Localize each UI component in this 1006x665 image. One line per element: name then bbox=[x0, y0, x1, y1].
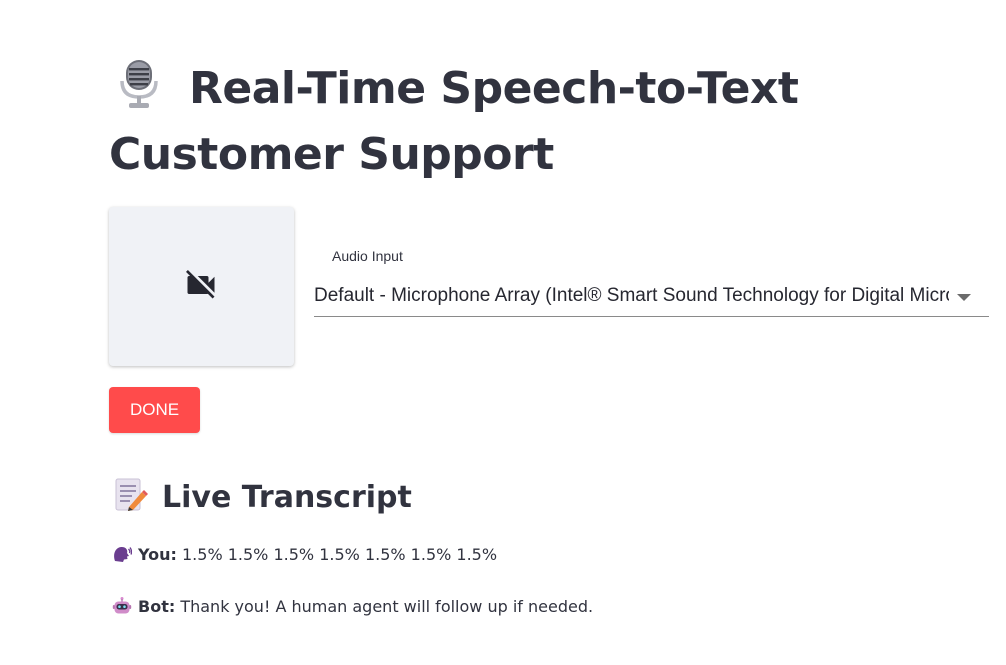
audio-input-select[interactable]: Default - Microphone Array (Intel® Smart… bbox=[314, 280, 989, 317]
video-preview bbox=[109, 207, 294, 366]
speaking-head-icon bbox=[112, 544, 133, 564]
transcript-message-bot: Bot: Thank you! A human agent will follo… bbox=[112, 596, 593, 616]
robot-icon bbox=[112, 596, 132, 616]
audio-input-selected-value: Default - Microphone Array (Intel® Smart… bbox=[314, 285, 949, 306]
transcript-speaker-bot: Bot: bbox=[138, 597, 176, 616]
transcript-message-you: You: 1.5% 1.5% 1.5% 1.5% 1.5% 1.5% 1.5% bbox=[112, 544, 497, 564]
live-transcript-title: Live Transcript bbox=[162, 480, 412, 515]
audio-input-label: Audio Input bbox=[332, 248, 403, 264]
done-button[interactable]: DONE bbox=[109, 387, 200, 433]
page-title-text: Real-Time Speech-to-Text Customer Suppor… bbox=[109, 63, 799, 180]
app-page: Real-Time Speech-to-Text Customer Suppor… bbox=[0, 0, 1006, 665]
transcript-text-you: 1.5% 1.5% 1.5% 1.5% 1.5% 1.5% 1.5% bbox=[182, 545, 498, 564]
page-title: Real-Time Speech-to-Text Customer Suppor… bbox=[109, 56, 869, 188]
transcript-text-bot: Thank you! A human agent will follow up … bbox=[180, 597, 594, 616]
microphone-icon bbox=[117, 59, 161, 109]
transcript-speaker-you: You: bbox=[138, 545, 177, 564]
chevron-down-icon[interactable] bbox=[957, 294, 971, 301]
live-transcript-heading: Live Transcript bbox=[112, 476, 412, 520]
memo-icon bbox=[112, 477, 148, 513]
video-off-icon bbox=[183, 267, 219, 303]
